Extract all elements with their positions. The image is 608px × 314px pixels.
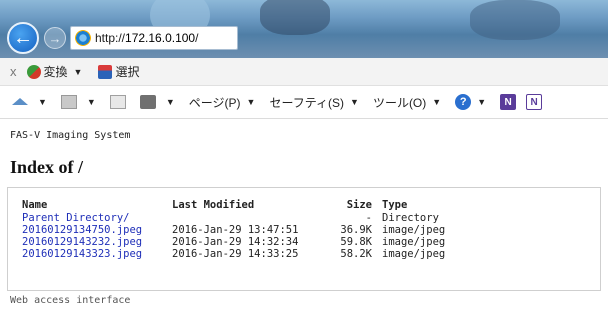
help-icon: ? — [455, 94, 472, 110]
convert-label: 変換 — [43, 65, 68, 79]
column-header-type: Type — [382, 198, 408, 211]
url-path: / — [195, 31, 199, 45]
chevron-down-icon: ▼ — [73, 66, 83, 77]
url-text: http://172.16.0.100/ — [95, 31, 198, 45]
addon-n-icon: N — [500, 94, 517, 110]
home-button[interactable]: ▼ — [12, 95, 51, 109]
type-cell: image/jpeg — [382, 224, 446, 236]
forward-arrow-icon: → — [48, 30, 62, 46]
print-icon — [139, 95, 156, 109]
file-link[interactable]: 20160129143323.jpeg — [22, 248, 142, 260]
table-row: 20160129134750.jpeg 2016-Jan-29 13:47:51… — [22, 224, 455, 236]
browser-titlebar: ← → http://172.16.0.100/ — [0, 0, 608, 58]
translate-toolbar: x 変換 ▼ 選択 — [0, 58, 608, 86]
table-row: Parent Directory/ - Directory — [22, 212, 455, 224]
mail-icon — [109, 95, 126, 109]
chevron-down-icon: ▼ — [246, 97, 256, 107]
chevron-down-icon: ▼ — [165, 97, 175, 107]
convert-button[interactable]: 変換 ▼ — [26, 63, 87, 80]
url-host: 172.16.0.100 — [125, 31, 196, 45]
listing-table: Name Last Modified Size Type Parent Dire… — [22, 198, 455, 261]
table-row: 20160129143323.jpeg 2016-Jan-29 14:33:25… — [22, 248, 455, 260]
column-header-modified: Last Modified — [172, 198, 255, 211]
back-button[interactable]: ← — [7, 22, 39, 54]
background-decoration — [260, 0, 330, 35]
feeds-icon — [60, 95, 77, 109]
modified-cell — [172, 212, 338, 224]
addon-button-1[interactable]: N — [500, 94, 517, 110]
modified-cell: 2016-Jan-29 14:33:25 — [172, 248, 299, 260]
type-cell: image/jpeg — [382, 248, 446, 260]
close-toolbar-button[interactable]: x — [10, 64, 17, 79]
select-icon — [98, 64, 113, 79]
select-button[interactable]: 選択 — [98, 63, 139, 80]
tools-menu-label: ツール(O) — [372, 95, 427, 110]
size-cell: 58.2K — [340, 248, 372, 260]
chevron-down-icon: ▼ — [477, 97, 487, 107]
home-icon — [12, 91, 28, 105]
size-cell: 59.8K — [340, 236, 372, 248]
system-name: FAS-V Imaging System — [10, 130, 131, 141]
tools-menu[interactable]: ツール(O) ▼ — [373, 94, 445, 111]
size-cell: 36.9K — [340, 224, 372, 236]
directory-listing: Name Last Modified Size Type Parent Dire… — [7, 187, 601, 291]
modified-cell: 2016-Jan-29 14:32:34 — [172, 236, 299, 248]
footer-text: Web access interface — [10, 295, 131, 306]
addon-n-icon: N — [526, 94, 543, 110]
modified-cell: 2016-Jan-29 13:47:51 — [172, 224, 299, 236]
chevron-down-icon: ▼ — [86, 97, 96, 107]
help-button[interactable]: ? ▼ — [455, 94, 490, 110]
back-arrow-icon: ← — [13, 26, 33, 49]
chevron-down-icon: ▼ — [350, 97, 359, 107]
size-cell: - — [365, 212, 372, 224]
print-button[interactable]: ▼ — [139, 95, 179, 109]
file-link[interactable]: 20160129143232.jpeg — [22, 236, 142, 248]
page-menu[interactable]: ページ(P) ▼ — [189, 94, 260, 111]
column-header-name: Name — [22, 198, 48, 211]
file-link[interactable]: Parent Directory/ — [22, 212, 129, 224]
table-header-row: Name Last Modified Size Type — [22, 198, 455, 212]
chevron-down-icon: ▼ — [432, 97, 442, 107]
convert-icon — [26, 64, 41, 79]
safety-menu[interactable]: セーフティ(S) ▼ — [269, 94, 362, 111]
page-menu-label: ページ(P) — [188, 95, 241, 110]
file-link[interactable]: 20160129134750.jpeg — [22, 224, 142, 236]
type-cell: image/jpeg — [382, 236, 446, 248]
page-title: Index of / — [10, 157, 84, 177]
column-header-size: Size — [346, 198, 372, 211]
command-bar: ▼ ▼ ▼ ページ(P) ▼ セーフティ(S) ▼ ツール(O) ▼ ? ▼ N… — [0, 86, 608, 119]
background-decoration — [470, 0, 560, 40]
page-content: FAS-V Imaging System Index of / Name Las… — [0, 119, 608, 314]
table-row: 20160129143232.jpeg 2016-Jan-29 14:32:34… — [22, 236, 455, 248]
chevron-down-icon: ▼ — [38, 97, 47, 107]
address-bar[interactable]: http://172.16.0.100/ — [70, 26, 238, 50]
internet-explorer-icon — [75, 30, 91, 46]
safety-menu-label: セーフティ(S) — [269, 95, 345, 110]
url-scheme: http:// — [95, 31, 126, 45]
feeds-button[interactable]: ▼ — [60, 95, 100, 109]
select-label: 選択 — [115, 65, 140, 79]
type-cell: Directory — [382, 212, 439, 224]
forward-button[interactable]: → — [44, 27, 66, 49]
addon-button-2[interactable]: N — [526, 94, 543, 110]
mail-button[interactable] — [109, 95, 130, 109]
